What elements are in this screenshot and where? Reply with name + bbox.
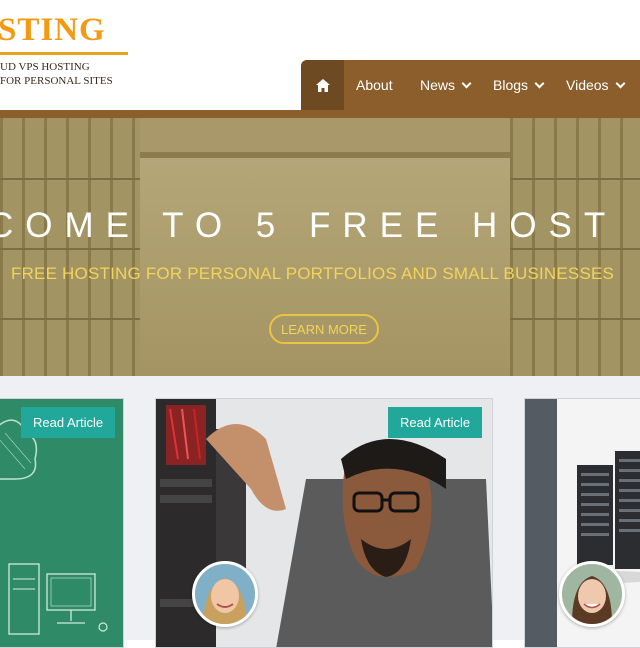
hero-banner: COME TO 5 FREE HOST FREE HOSTING FOR PER…: [0, 118, 640, 376]
hero-subtitle: FREE HOSTING FOR PERSONAL PORTFOLIOS AND…: [11, 264, 615, 283]
main-nav: About News Blogs Videos: [301, 60, 640, 116]
nav-item-blogs[interactable]: Blogs: [493, 60, 545, 110]
article-card[interactable]: Read Article: [0, 398, 124, 648]
hero-title: COME TO 5 FREE HOST: [0, 206, 618, 245]
nav-item-label: Videos: [566, 77, 609, 93]
author-avatar[interactable]: [192, 561, 258, 627]
nav-item-label: About: [356, 77, 393, 93]
logo-tagline-line-1: UD VPS HOSTING: [0, 61, 90, 73]
nav-item-about[interactable]: About: [356, 60, 393, 110]
nav-item-label: Blogs: [493, 77, 529, 93]
logo-wordmark[interactable]: STING: [0, 14, 106, 47]
author-photo: [562, 564, 622, 624]
article-card[interactable]: [524, 398, 640, 648]
home-icon: [315, 78, 330, 92]
chevron-down-icon: [534, 78, 545, 89]
nav-item-videos[interactable]: Videos: [566, 60, 626, 110]
article-cards-section: Read Article Read Article: [0, 376, 640, 648]
learn-more-button[interactable]: LEARN MORE: [269, 314, 379, 344]
nav-home-button[interactable]: [301, 60, 344, 110]
author-avatar[interactable]: [559, 561, 625, 627]
header-divider-band: [0, 110, 640, 118]
server-rack-right-image: [510, 118, 640, 376]
server-rack-left-image: [0, 118, 140, 376]
logo-tagline-line-2: FOR PERSONAL SITES: [0, 75, 113, 87]
author-photo: [195, 564, 255, 624]
logo-underline: [0, 52, 128, 55]
chevron-down-icon: [615, 78, 626, 89]
nav-item-news[interactable]: News: [420, 60, 472, 110]
article-card[interactable]: Read Article: [155, 398, 493, 648]
read-article-button[interactable]: Read Article: [21, 407, 116, 438]
chevron-down-icon: [461, 78, 472, 89]
nav-item-label: News: [420, 77, 456, 93]
read-article-button[interactable]: Read Article: [388, 407, 483, 438]
